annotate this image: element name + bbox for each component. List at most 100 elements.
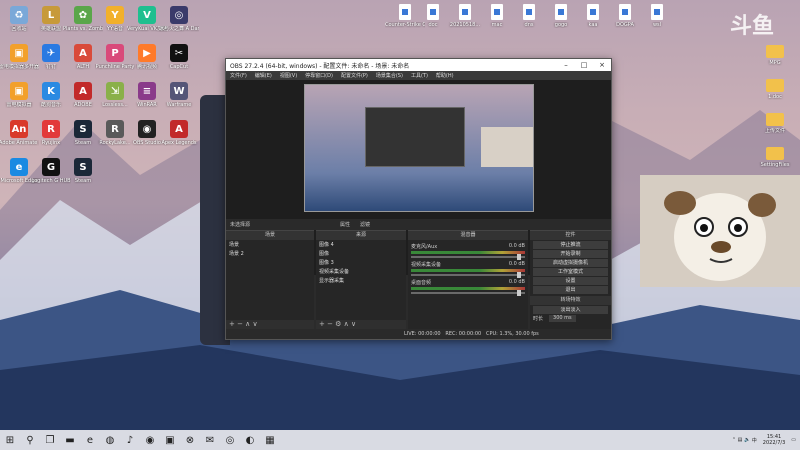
desktop-icon[interactable]: L 英雄联盟 xyxy=(34,6,68,40)
filters-button[interactable]: 滤镜 xyxy=(360,221,370,228)
desktop-icon[interactable]: e Microsoft Edge xyxy=(1,158,37,192)
search-icon[interactable]: ⚲ xyxy=(20,430,40,450)
controls-title: 控件 xyxy=(530,231,611,240)
desktop-icon[interactable]: ▶ 腾讯视频 xyxy=(130,44,164,78)
desktop-file[interactable]: wsl xyxy=(640,4,674,38)
tiktok-icon[interactable]: ♪ xyxy=(120,430,140,450)
desktop-icon[interactable]: S Steam xyxy=(66,158,100,192)
minimize-button[interactable]: – xyxy=(557,61,575,69)
control-button[interactable]: 停止推流 xyxy=(533,241,608,249)
desktop-icon[interactable]: P Punchline Party xyxy=(96,44,134,78)
menu-item[interactable]: 停靠窗口(D) xyxy=(301,72,337,79)
desktop-icon[interactable]: Y YY语音 xyxy=(98,6,132,40)
menu-item[interactable]: 工具(T) xyxy=(407,72,432,79)
desktop-icon[interactable]: ♻ 回收站 xyxy=(2,6,36,40)
volume-slider[interactable] xyxy=(411,254,525,260)
desktop-icon[interactable]: A ADOBE xyxy=(66,82,100,116)
close-button[interactable]: × xyxy=(593,61,611,69)
desktop-icon[interactable]: ≡ WinRAR xyxy=(130,82,164,116)
source-item[interactable]: 图像 4 xyxy=(316,240,406,249)
menu-item[interactable]: 配置文件(P) xyxy=(337,72,372,79)
volume-icon[interactable]: 🔈 xyxy=(744,437,750,443)
desktop-file[interactable]: doc xyxy=(416,4,450,38)
desktop-icon[interactable]: ✿Plants vs. Zombies Re... xyxy=(63,6,103,40)
desktop-icon[interactable]: ▣ 雷电模拟器多开器 xyxy=(0,44,39,78)
explorer-icon[interactable]: ▬ xyxy=(60,430,80,450)
files-icon[interactable]: ▦ xyxy=(260,430,280,450)
desktop-icon[interactable]: S Steam xyxy=(66,120,100,154)
desktop-icon[interactable]: R RockyLake... xyxy=(98,120,132,154)
desktop-file[interactable]: 20210518... xyxy=(448,4,482,38)
menu-item[interactable]: 场景集合(S) xyxy=(372,72,407,79)
steam-icon[interactable]: ◍ xyxy=(100,430,120,450)
desktop-icon[interactable]: ◎ 冰与火之舞 A Dance of F... xyxy=(159,6,199,40)
folder-icon xyxy=(766,45,784,58)
windows-icon[interactable]: ⊞ xyxy=(0,430,20,450)
volume-slider[interactable] xyxy=(411,272,525,278)
control-button[interactable]: 设置 xyxy=(533,277,608,285)
desktop-icon[interactable]: W Warframe xyxy=(162,82,196,116)
desktop-icon[interactable]: ◉ OBS Studio xyxy=(130,120,164,154)
folder-icon xyxy=(766,113,784,126)
menu-item[interactable]: 文件(F) xyxy=(226,72,251,79)
plush-dog-image xyxy=(640,175,800,287)
source-item[interactable]: 显示器采集 xyxy=(316,276,406,285)
mixer-channel-name: 视频采集设备 xyxy=(411,262,442,268)
obs-titlebar[interactable]: OBS 27.2.4 (64-bit, windows) - 配置文件: 未命名… xyxy=(226,59,611,71)
source-item[interactable]: 图像 3 xyxy=(316,258,406,267)
desktop-folder[interactable]: SettingFiles xyxy=(758,144,792,178)
menu-item[interactable]: 帮助(H) xyxy=(432,72,458,79)
control-button[interactable]: 退出 xyxy=(533,286,608,294)
network-icon[interactable]: ▤ xyxy=(738,437,743,443)
desktop-folder[interactable]: 1.doc xyxy=(758,76,792,110)
scene-item[interactable]: 场景 xyxy=(226,240,314,249)
desktop-icon[interactable]: ▣ 雷电模拟器 xyxy=(2,82,36,116)
app-icon[interactable]: ▣ xyxy=(160,430,180,450)
transition-select[interactable]: 淡出淡入 xyxy=(533,306,608,314)
desktop-icon[interactable]: ✈ 钉钉 xyxy=(34,44,68,78)
desktop-icon[interactable]: ✂ CapCut xyxy=(162,44,196,78)
desktop-icon[interactable]: G Logitech G HUB xyxy=(31,158,71,192)
scene-item[interactable]: 场景 2 xyxy=(226,249,314,258)
desktop-icon[interactable]: R Ryujinx xyxy=(34,120,68,154)
taskview-icon[interactable]: ❐ xyxy=(40,430,60,450)
chevron-up-icon[interactable]: ⌃ xyxy=(732,437,736,443)
obs-window[interactable]: OBS 27.2.4 (64-bit, windows) - 配置文件: 未命名… xyxy=(225,58,612,340)
desktop-icon[interactable]: A Apex Legends xyxy=(161,120,197,154)
notification-icon[interactable]: ▭ xyxy=(791,437,796,443)
clock[interactable]: 15:41 2022/7/3 xyxy=(763,434,785,446)
xbox-icon[interactable]: ⊗ xyxy=(180,430,200,450)
control-button[interactable]: 启动虚拟摄像机 xyxy=(533,259,608,267)
desktop-folder[interactable]: 上传文件 xyxy=(758,110,792,144)
desktop-file[interactable]: gogo xyxy=(544,4,578,38)
chrome-icon[interactable]: ◐ xyxy=(240,430,260,450)
desktop-icon[interactable]: K 酷狗音乐 xyxy=(34,82,68,116)
duration-input[interactable]: 300 ms xyxy=(549,315,576,322)
desktop-icon[interactable]: ⇲ Lossless... xyxy=(98,82,132,116)
control-button[interactable]: 工作室模式 xyxy=(533,268,608,276)
maximize-button[interactable]: □ xyxy=(575,61,593,69)
ime-icon[interactable]: 中 xyxy=(752,437,757,444)
menu-item[interactable]: 视图(V) xyxy=(276,72,301,79)
volume-slider[interactable] xyxy=(411,290,525,296)
properties-button[interactable]: 属性 xyxy=(340,221,350,228)
winrar-icon: ≡ xyxy=(138,82,156,100)
desktop-icon[interactable]: VVeryKuai VK加速器 xyxy=(127,6,167,40)
edge-icon[interactable]: e xyxy=(80,430,100,450)
desktop-folder[interactable]: MPG xyxy=(758,42,792,76)
wechat-icon[interactable]: ✉ xyxy=(200,430,220,450)
obs-icon[interactable]: ◎ xyxy=(220,430,240,450)
adobe-icon: A xyxy=(74,82,92,100)
source-item[interactable]: 视频采集设备 xyxy=(316,267,406,276)
source-item[interactable]: 图像 xyxy=(316,249,406,258)
desktop-icon[interactable]: A ALTH xyxy=(66,44,100,78)
netease-icon[interactable]: ◉ xyxy=(140,430,160,450)
control-button[interactable]: 开始录制 xyxy=(533,250,608,258)
desktop-file[interactable]: DOGPA xyxy=(608,4,642,38)
desktop-icon-label: CapCut xyxy=(169,64,189,70)
menu-item[interactable]: 编辑(E) xyxy=(251,72,276,79)
desktop-icon[interactable]: AnAdobe Animate 2022 xyxy=(0,120,39,154)
desktop-file[interactable]: dns xyxy=(512,4,546,38)
desktop-file[interactable]: kaa xyxy=(576,4,610,38)
desktop-file[interactable]: mac xyxy=(480,4,514,38)
